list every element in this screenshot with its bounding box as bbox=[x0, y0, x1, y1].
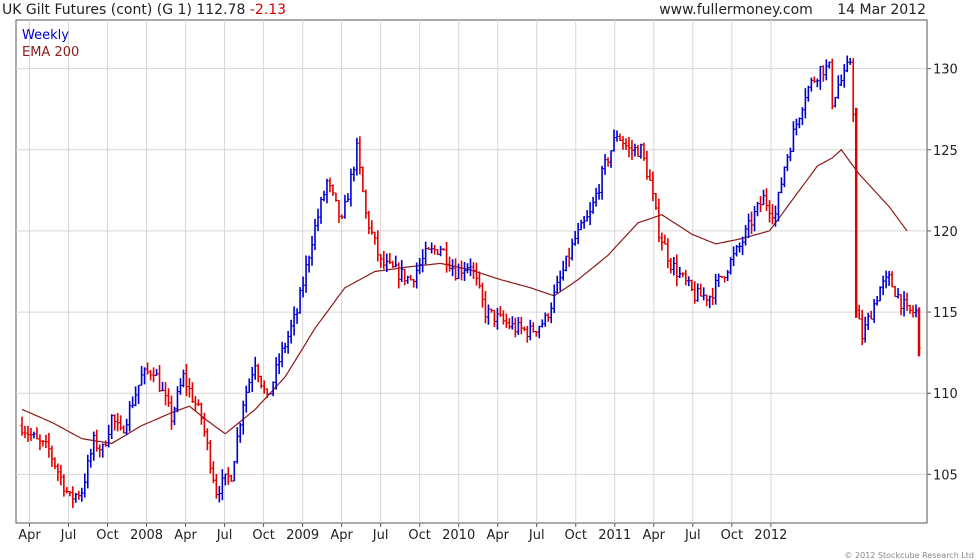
plot-frame bbox=[15, 19, 928, 524]
legend-weekly: Weekly bbox=[22, 28, 69, 43]
x-tick-label: 2010 bbox=[442, 528, 475, 543]
y-tick-label: 125 bbox=[933, 144, 958, 159]
x-tick-label: Apr bbox=[643, 528, 666, 543]
x-tick-label: 2011 bbox=[598, 528, 631, 543]
legend-ema-200: EMA 200 bbox=[22, 45, 79, 60]
x-tick-label: 2012 bbox=[754, 528, 787, 543]
y-tick-label: 105 bbox=[933, 468, 958, 483]
price-chart: 105 110 115 120 125 130 Apr Jul Oct 2008 Apr Jul Oc… bbox=[15, 19, 958, 543]
x-tick-label: 2009 bbox=[286, 528, 319, 543]
copyright: © 2012 Stockcube Research Ltd bbox=[844, 551, 974, 560]
y-axis: 105 110 115 120 125 130 bbox=[927, 63, 958, 483]
x-tick-label: 2008 bbox=[130, 528, 163, 543]
x-tick-label: Jul bbox=[60, 528, 77, 543]
x-tick-label: Jul bbox=[528, 528, 545, 543]
x-tick-label: Jul bbox=[216, 528, 233, 543]
y-tick-label: 120 bbox=[933, 225, 958, 240]
x-tick-label: Apr bbox=[174, 528, 197, 543]
x-tick-label: Jul bbox=[372, 528, 389, 543]
x-tick-label: Oct bbox=[96, 528, 118, 543]
y-tick-label: 110 bbox=[933, 387, 958, 402]
x-tick-label: Oct bbox=[721, 528, 743, 543]
x-tick-label: Apr bbox=[330, 528, 353, 543]
y-tick-label: 130 bbox=[933, 63, 958, 78]
x-axis: Apr Jul Oct 2008 Apr Jul Oct 2009 Apr Jul Oct 2010 A… bbox=[18, 523, 787, 543]
x-tick-label: Oct bbox=[252, 528, 274, 543]
x-tick-label: Apr bbox=[18, 528, 41, 543]
x-tick-label: Apr bbox=[486, 528, 509, 543]
x-tick-label: Oct bbox=[408, 528, 430, 543]
x-tick-label: Jul bbox=[684, 528, 701, 543]
y-tick-label: 115 bbox=[933, 306, 958, 321]
x-tick-label: Oct bbox=[565, 528, 587, 543]
